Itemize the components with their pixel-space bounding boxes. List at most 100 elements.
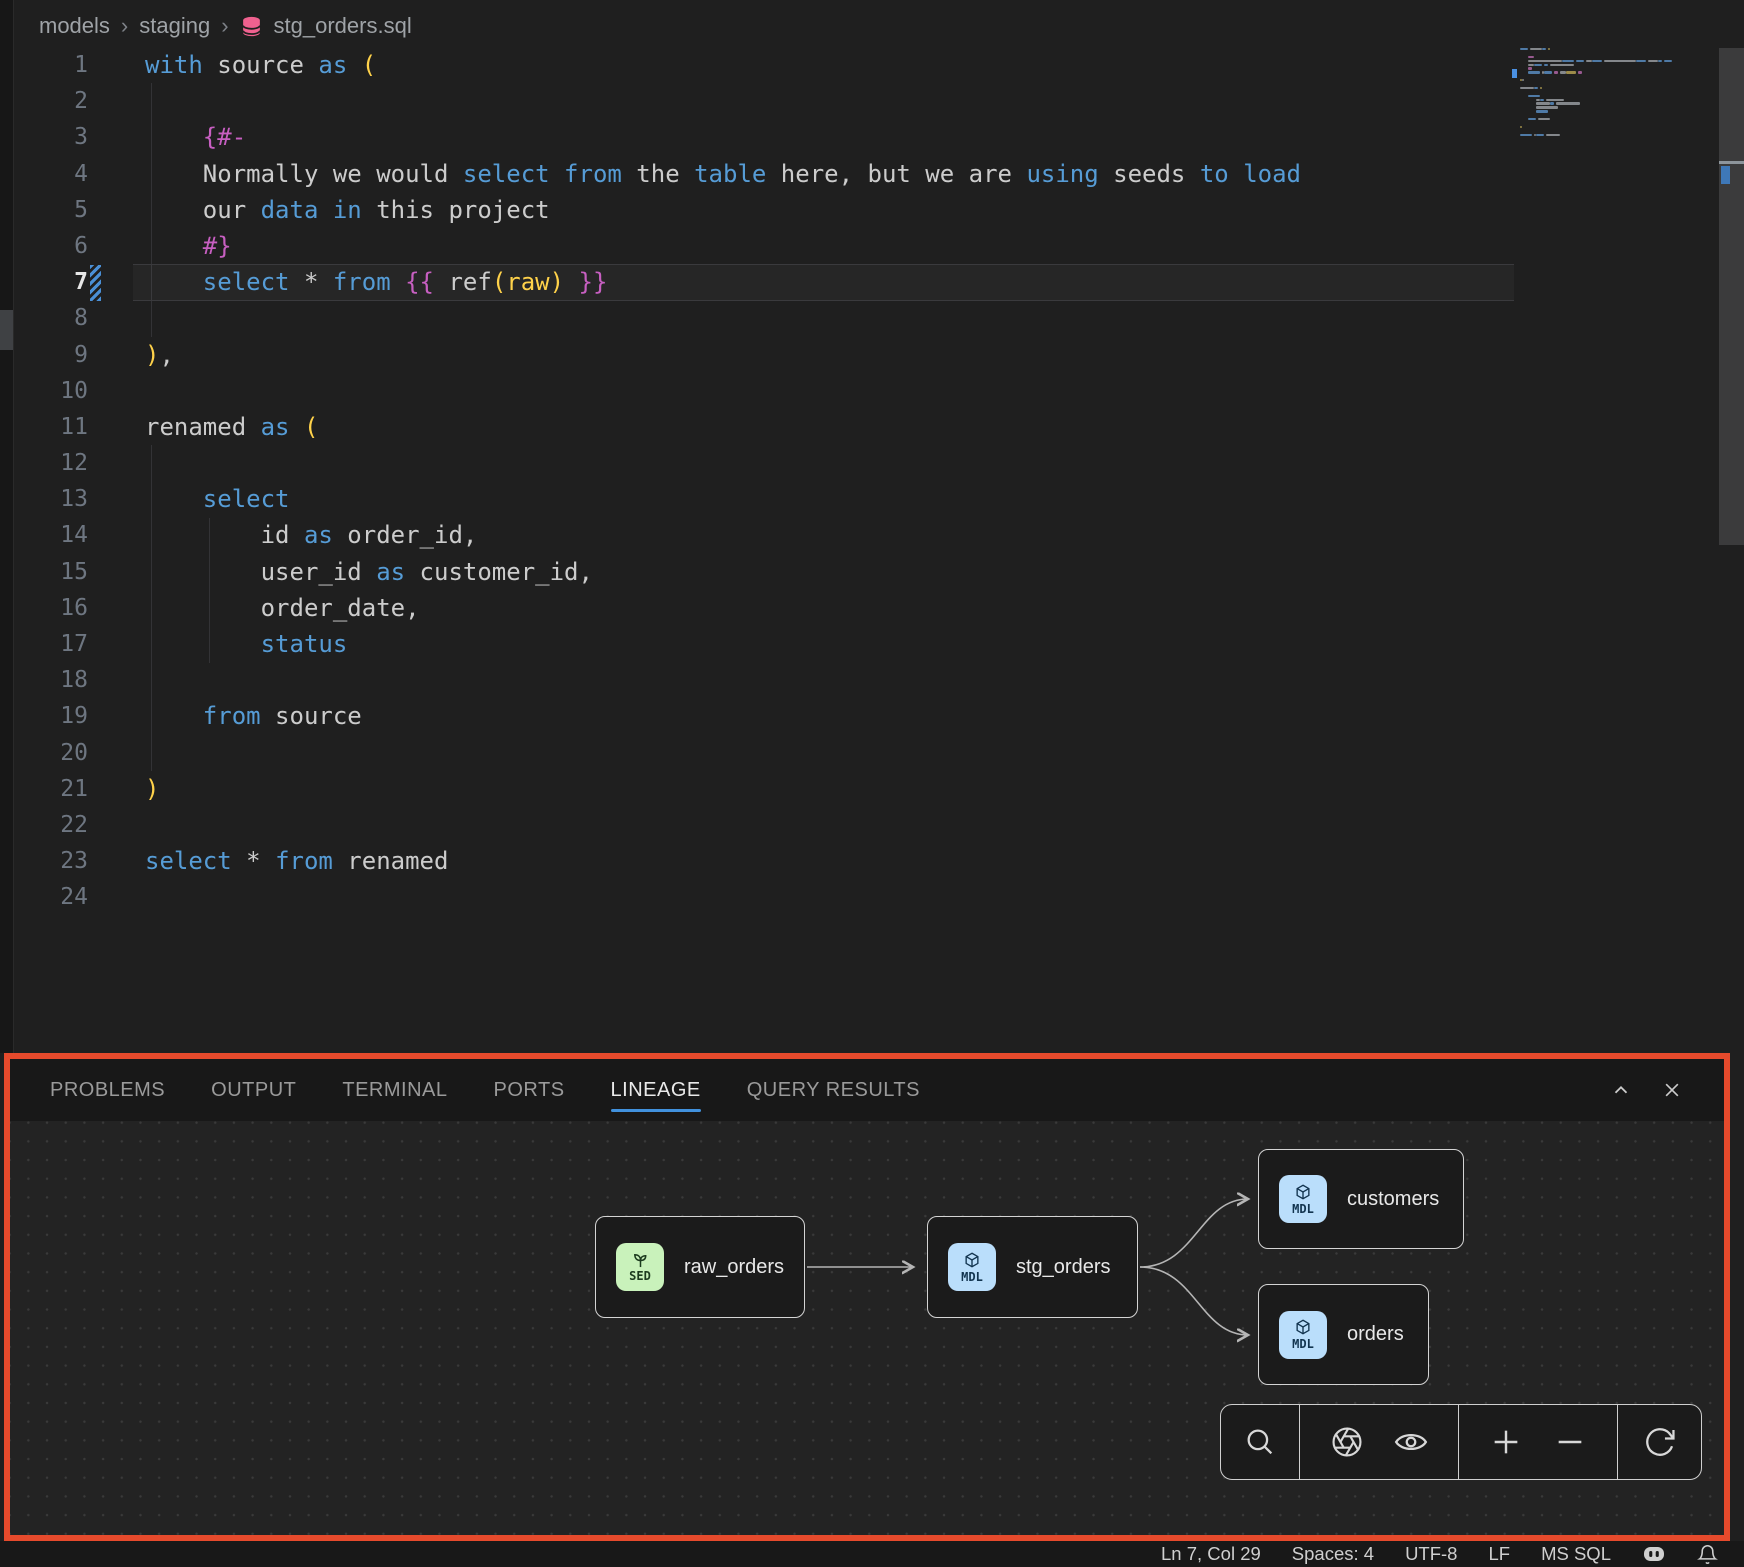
- tab-problems[interactable]: PROBLEMS: [50, 1059, 165, 1121]
- minimap[interactable]: [1520, 48, 1695, 141]
- line-number: 22: [30, 807, 88, 843]
- code-line[interactable]: select * from renamed: [145, 843, 1301, 879]
- code-line[interactable]: id as order_id,: [145, 517, 1301, 553]
- tab-terminal[interactable]: TERMINAL: [342, 1059, 447, 1121]
- line-number: 1: [30, 47, 88, 83]
- line-number: 14: [30, 517, 88, 553]
- code-line[interactable]: [145, 445, 1301, 481]
- breadcrumb-item-models[interactable]: models: [39, 13, 110, 39]
- line-number: 18: [30, 662, 88, 698]
- aperture-icon[interactable]: [1330, 1425, 1364, 1459]
- tab-lineage[interactable]: LINEAGE: [611, 1059, 701, 1121]
- badge-label: MDL: [1292, 1337, 1314, 1351]
- bell-icon[interactable]: [1697, 1544, 1718, 1565]
- lineage-node-orders[interactable]: MDL orders: [1258, 1284, 1429, 1385]
- encoding[interactable]: UTF-8: [1405, 1543, 1457, 1565]
- line-number: 6: [30, 228, 88, 264]
- minimap-modified-marker: [1512, 69, 1517, 78]
- copilot-icon[interactable]: [1642, 1543, 1666, 1565]
- code-line[interactable]: Normally we would select from the table …: [145, 156, 1301, 192]
- line-number: 12: [30, 445, 88, 481]
- scrollbar-slider[interactable]: [1719, 48, 1744, 545]
- code-line[interactable]: status: [145, 626, 1301, 662]
- chevron-up-icon[interactable]: [1610, 1079, 1632, 1101]
- code-line[interactable]: renamed as (: [145, 409, 1301, 445]
- code-line[interactable]: order_date,: [145, 590, 1301, 626]
- line-number: 11: [30, 409, 88, 445]
- code-line[interactable]: [145, 735, 1301, 771]
- code-line[interactable]: with source as (: [145, 47, 1301, 83]
- search-icon[interactable]: [1243, 1425, 1277, 1459]
- node-label: raw_orders: [684, 1256, 784, 1279]
- indentation[interactable]: Spaces: 4: [1292, 1543, 1374, 1565]
- code-line[interactable]: from source: [145, 698, 1301, 734]
- left-rail: [0, 0, 14, 1053]
- lineage-node-customers[interactable]: MDL customers: [1258, 1149, 1464, 1249]
- line-number: 3: [30, 119, 88, 155]
- code-line[interactable]: #}: [145, 228, 1301, 264]
- code-line[interactable]: [145, 300, 1301, 336]
- line-number: 2: [30, 83, 88, 119]
- left-rail-handle[interactable]: [0, 310, 13, 350]
- line-number: 15: [30, 554, 88, 590]
- tab-ports[interactable]: PORTS: [494, 1059, 565, 1121]
- close-icon[interactable]: [1662, 1080, 1682, 1100]
- code-line[interactable]: ),: [145, 337, 1301, 373]
- breadcrumb-item-staging[interactable]: staging: [139, 13, 210, 39]
- model-badge: MDL: [1279, 1311, 1327, 1359]
- seed-badge: SED: [616, 1243, 664, 1291]
- lineage-node-raw-orders[interactable]: SED raw_orders: [595, 1216, 805, 1318]
- code-editor[interactable]: with source as ( {#- Normally we would s…: [145, 47, 1301, 916]
- tab-output[interactable]: OUTPUT: [211, 1059, 296, 1121]
- line-number: 7: [30, 264, 88, 300]
- model-badge: MDL: [948, 1243, 996, 1291]
- lineage-canvas[interactable]: SED raw_orders MDL stg_orders: [10, 1121, 1724, 1535]
- sprout-icon: [631, 1251, 650, 1268]
- refresh-icon[interactable]: [1643, 1425, 1677, 1459]
- code-line[interactable]: [145, 807, 1301, 843]
- breadcrumb-separator: ›: [221, 13, 228, 39]
- tab-query-results[interactable]: QUERY RESULTS: [747, 1059, 920, 1121]
- code-line[interactable]: user_id as customer_id,: [145, 554, 1301, 590]
- code-line[interactable]: ): [145, 771, 1301, 807]
- line-number: 4: [30, 156, 88, 192]
- line-number: 17: [30, 626, 88, 662]
- vscode-window: models › staging › stg_orders.sql 123456…: [0, 0, 1744, 1567]
- overview-ruler-cursor-marker: [1719, 161, 1744, 164]
- gutter: 123456789101112131415161718192021222324: [30, 47, 88, 916]
- model-badge: MDL: [1279, 1175, 1327, 1223]
- breadcrumb: models › staging › stg_orders.sql: [39, 11, 412, 41]
- code-line[interactable]: [145, 83, 1301, 119]
- node-label: stg_orders: [1016, 1256, 1111, 1279]
- line-number: 24: [30, 879, 88, 915]
- code-line[interactable]: select: [145, 481, 1301, 517]
- code-line[interactable]: [145, 373, 1301, 409]
- zoom-in-icon[interactable]: [1489, 1425, 1523, 1459]
- code-line[interactable]: [145, 879, 1301, 915]
- code-line[interactable]: {#-: [145, 119, 1301, 155]
- cube-icon: [1294, 1318, 1312, 1336]
- line-number: 8: [30, 300, 88, 336]
- eol-sequence[interactable]: LF: [1488, 1543, 1510, 1565]
- cursor-position[interactable]: Ln 7, Col 29: [1161, 1543, 1261, 1565]
- minimap-line: [1520, 137, 1695, 141]
- line-number: 21: [30, 771, 88, 807]
- breadcrumb-item-file[interactable]: stg_orders.sql: [274, 13, 412, 39]
- badge-label: MDL: [961, 1270, 983, 1284]
- cube-icon: [1294, 1183, 1312, 1201]
- lineage-node-stg-orders[interactable]: MDL stg_orders: [927, 1216, 1138, 1318]
- language-mode[interactable]: MS SQL: [1541, 1543, 1611, 1565]
- line-number: 20: [30, 735, 88, 771]
- zoom-out-icon[interactable]: [1553, 1425, 1587, 1459]
- database-icon: [240, 15, 263, 38]
- code-line[interactable]: our data in this project: [145, 192, 1301, 228]
- overview-ruler-modified-marker: [1721, 166, 1730, 184]
- status-bar: Ln 7, Col 29 Spaces: 4 UTF-8 LF MS SQL: [0, 1541, 1744, 1567]
- code-line[interactable]: select * from {{ ref(raw) }}: [145, 264, 1301, 300]
- panel-tab-bar: PROBLEMS OUTPUT TERMINAL PORTS LINEAGE Q…: [10, 1059, 1724, 1121]
- eye-icon[interactable]: [1394, 1425, 1428, 1459]
- line-number: 9: [30, 337, 88, 373]
- line-number: 19: [30, 698, 88, 734]
- code-line[interactable]: [145, 662, 1301, 698]
- node-label: orders: [1347, 1323, 1404, 1346]
